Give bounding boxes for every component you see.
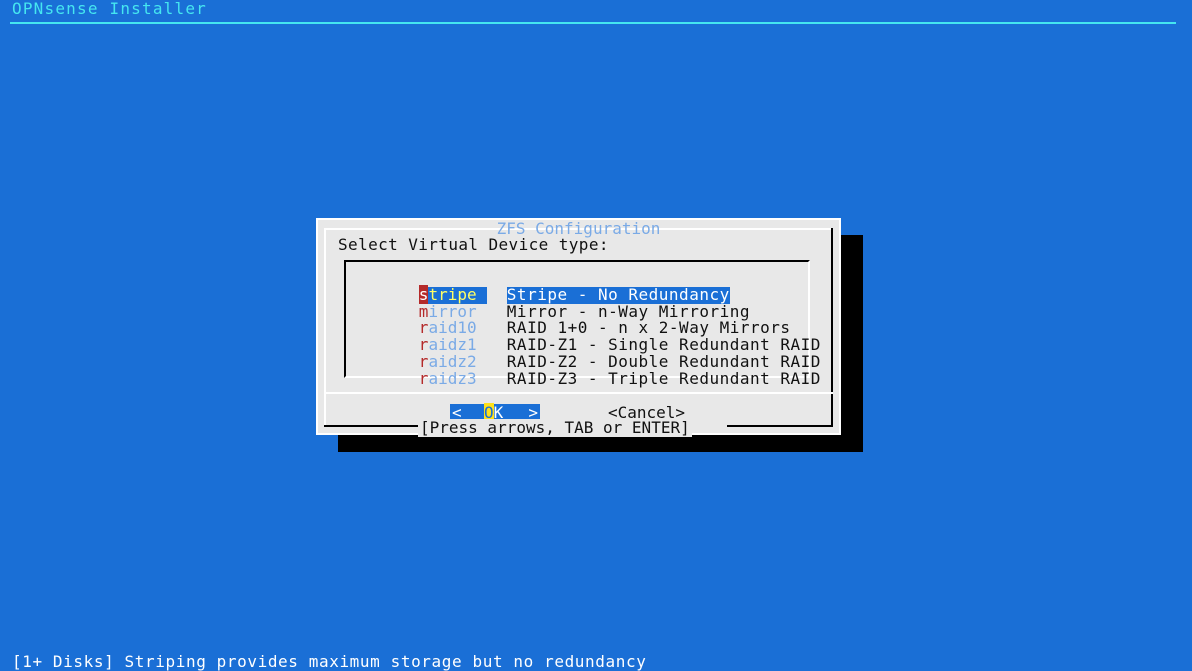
zfs-configuration-dialog: ZFS Configuration Select Virtual Device … bbox=[316, 218, 841, 437]
key-hint: [Press arrows, TAB or ENTER] bbox=[418, 418, 692, 437]
dialog-frame-right bbox=[831, 228, 833, 427]
dialog-frame-left bbox=[324, 228, 326, 427]
status-bar: [1+ Disks] Striping provides maximum sto… bbox=[12, 652, 647, 671]
menu-item-stripe[interactable]: stripe Stripe - No Redundancy bbox=[361, 270, 821, 304]
menu-item-tag-rest: aidz3 bbox=[428, 368, 477, 388]
vdev-menu: stripe Stripe - No Redundancy mirror Mirro… bbox=[361, 270, 821, 387]
dialog-frame-bottom-left bbox=[324, 425, 420, 427]
menu-item-tag: raidz3 bbox=[418, 368, 487, 388]
dialog-prompt: Select Virtual Device type: bbox=[338, 235, 609, 254]
backtitle-underline bbox=[10, 22, 1176, 24]
button-separator bbox=[324, 392, 833, 394]
backtitle: OPNsense Installer bbox=[12, 0, 207, 18]
menu-item-hotkey: r bbox=[418, 368, 429, 388]
menu-item-description: RAID-Z3 - Triple Redundant RAID bbox=[506, 368, 821, 388]
dialog-frame-bottom-right bbox=[727, 425, 833, 427]
